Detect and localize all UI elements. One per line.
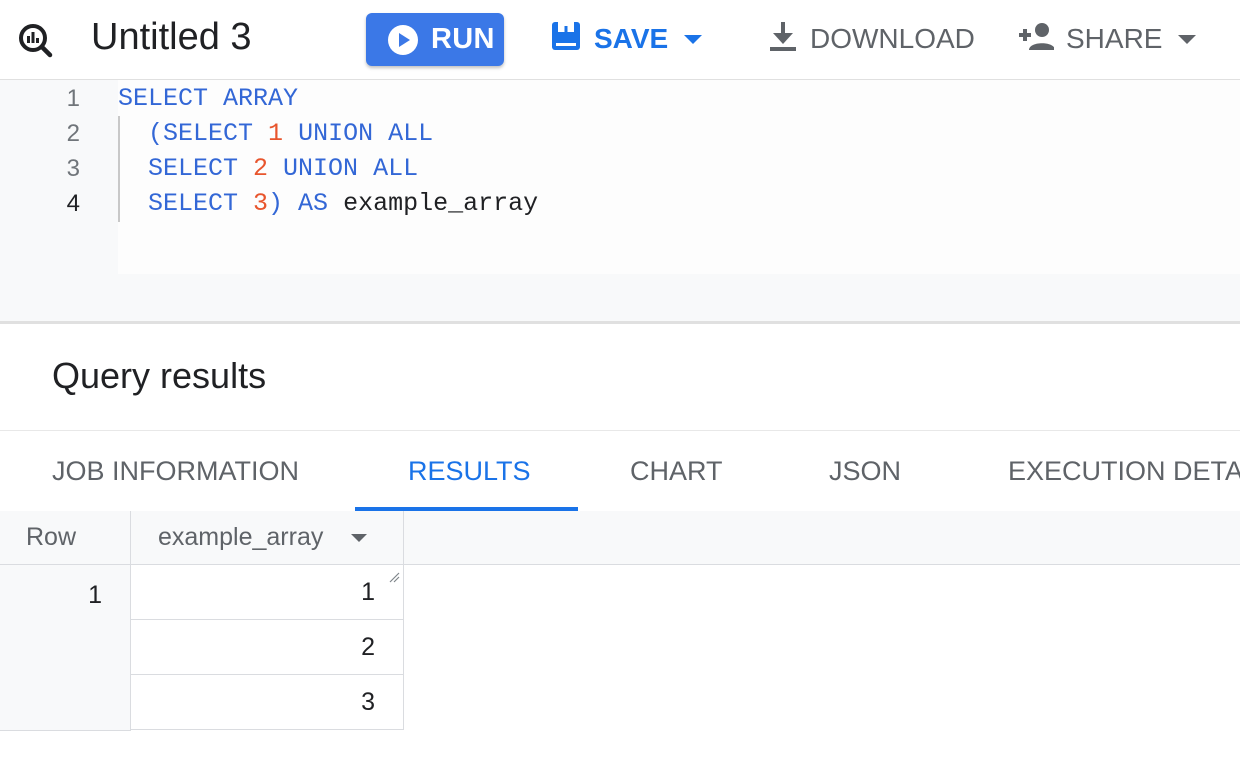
code-token: example_array [343,189,539,218]
code-text[interactable]: (SELECT 1 UNION ALL [118,116,433,151]
code-text[interactable]: SELECT 3) AS example_array [118,186,538,221]
cell-value: 1 [361,578,375,606]
array-value-cell[interactable]: 2 [131,620,404,675]
resize-handle-icon[interactable] [115,549,127,583]
share-label: SHARE [1066,23,1163,54]
table-header-filler [404,511,1240,565]
code-line[interactable]: 4 SELECT 3) AS example_array [0,186,1240,221]
code-token: SELECT [163,119,269,148]
save-label: SAVE [594,23,669,54]
tab-results[interactable]: RESULTS [408,431,531,511]
array-value-cell[interactable]: 1 [131,565,404,620]
tab-execution-details[interactable]: EXECUTION DETAILS [1008,431,1240,511]
download-button[interactable]: DOWNLOAD [768,18,975,60]
code-token: ( [118,119,164,148]
code-token: SELECT ARRAY [118,84,299,113]
tab-job-information[interactable]: JOB INFORMATION [52,431,299,511]
example-array-column-header[interactable]: example_array [131,511,404,583]
results-title: Query results [52,355,267,396]
code-token: 2 [253,154,269,183]
row-number-cell: 1 [0,565,131,731]
bigquery-icon [16,21,54,59]
code-line[interactable]: 2 (SELECT 1 UNION ALL [0,116,1240,151]
array-value-cell[interactable]: 3 [131,675,404,730]
cell-value: 3 [361,688,375,716]
tab-chart[interactable]: CHART [630,431,723,511]
play-icon [386,23,420,57]
line-number: 1 [66,85,80,112]
share-button[interactable]: SHARE [1018,18,1197,60]
line-number: 2 [66,120,80,147]
results-table: Row example_array 1 1 2 3 [0,511,1240,731]
save-button[interactable]: SAVE [550,18,703,60]
download-icon [768,20,798,59]
run-button[interactable]: RUN [366,13,504,66]
chevron-down-icon[interactable] [684,34,703,44]
row-column-header: Row [0,511,131,583]
cell-value: 2 [361,633,375,661]
code-text[interactable]: SELECT 2 UNION ALL [118,151,418,186]
code-line[interactable]: 1 SELECT ARRAY [0,81,1240,116]
code-token: 1 [268,119,284,148]
chevron-down-icon[interactable] [351,534,367,542]
chevron-down-icon[interactable] [1178,34,1197,44]
results-tabs: JOB INFORMATION RESULTS CHART JSON EXECU… [0,430,1240,512]
line-number: 4 [66,190,80,217]
code-token: SELECT [118,154,254,183]
code-token: SELECT [118,189,254,218]
code-token: UNION ALL [283,119,434,148]
download-label: DOWNLOAD [810,23,975,54]
line-number: 3 [66,155,80,182]
save-icon [550,20,582,59]
column-header-label: example_array [158,523,324,551]
add-person-icon [1018,20,1055,59]
query-title[interactable]: Untitled 3 [91,14,252,60]
code-line[interactable]: 3 SELECT 2 UNION ALL [0,151,1240,186]
tab-json[interactable]: JSON [829,431,901,511]
run-label: RUN [431,23,495,55]
code-token: ) AS [268,189,344,218]
code-token: UNION ALL [268,154,419,183]
row-number: 1 [88,581,102,609]
row-header-label: Row [26,523,77,551]
query-toolbar: Untitled 3 RUN SAVE DOWNLOAD SHARE [0,0,1240,80]
code-text[interactable]: SELECT ARRAY [118,81,298,116]
resize-handle-icon[interactable] [388,549,400,583]
code-token: 3 [253,189,269,218]
